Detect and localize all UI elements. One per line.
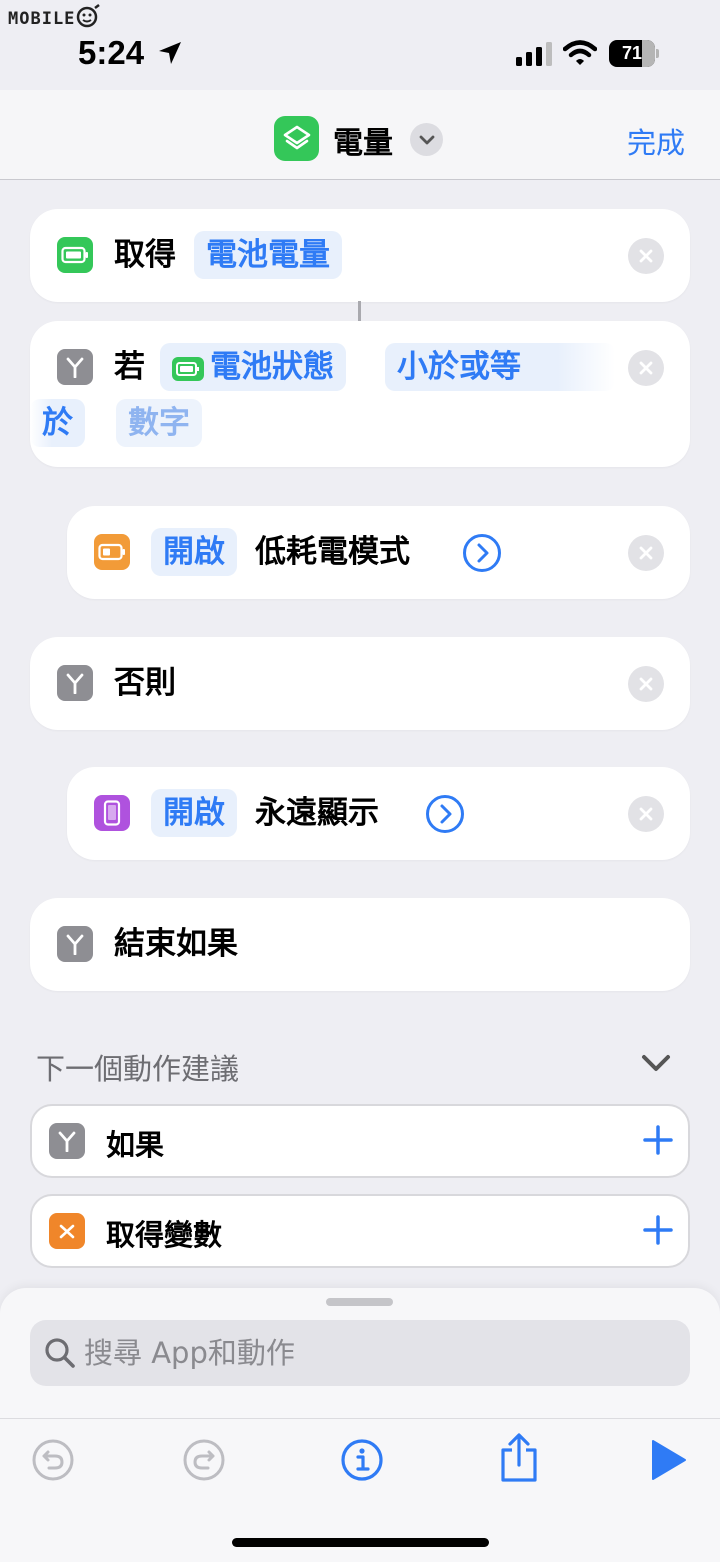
status-bar: 5:24 71 [0, 0, 720, 90]
battery-cap [656, 49, 659, 58]
suggestion-label: 取得變數 [106, 1218, 223, 1252]
action-otherwise[interactable]: 否則 [30, 637, 690, 730]
plus-icon[interactable] [642, 1124, 674, 1156]
toolbar-divider [0, 1418, 720, 1419]
turn-on-chip[interactable]: 開啟 [151, 528, 237, 576]
condition-chip[interactable]: 小於或等 [385, 343, 615, 391]
number-placeholder-chip[interactable]: 數字 [116, 399, 202, 447]
plus-icon[interactable] [642, 1214, 674, 1246]
search-icon [45, 1338, 75, 1368]
end-if-label: 結束如果 [114, 926, 238, 962]
if-label: 若 [114, 349, 145, 385]
location-arrow-icon [159, 42, 181, 64]
close-icon[interactable] [628, 666, 664, 702]
low-power-mode-label: 低耗電模式 [255, 534, 410, 570]
battery-action-icon [172, 347, 204, 395]
battery-state-chip[interactable]: 電池狀態 [160, 343, 346, 391]
suggestion-item[interactable]: 如果 [30, 1104, 690, 1178]
battery-icon: 71 [609, 40, 659, 67]
action-if[interactable]: 若 電池狀態 小於或等 於 數字 [30, 321, 690, 467]
bottom-sheet [0, 1288, 720, 1562]
done-button[interactable]: 完成 [627, 120, 685, 162]
branch-icon [49, 1123, 85, 1159]
battery-action-icon [57, 237, 93, 273]
share-icon[interactable] [497, 1432, 541, 1484]
redo-icon[interactable] [182, 1438, 226, 1482]
layers-icon[interactable] [274, 116, 319, 161]
turn-on-chip[interactable]: 開啟 [151, 789, 237, 837]
nav-bar: 電量 完成 [0, 90, 720, 180]
home-indicator [232, 1538, 489, 1547]
always-on-label: 永遠顯示 [255, 795, 379, 831]
info-icon[interactable] [340, 1438, 384, 1482]
variable-icon [49, 1213, 85, 1249]
close-icon[interactable] [628, 796, 664, 832]
close-icon[interactable] [628, 350, 664, 386]
chevron-right-icon[interactable] [462, 533, 502, 573]
chevron-down-icon[interactable] [640, 1052, 672, 1074]
battery-state-label: 電池狀態 [210, 349, 334, 385]
chevron-down-icon[interactable] [410, 123, 443, 156]
action-get-battery-level[interactable]: 取得 電池電量 [30, 209, 690, 302]
action-end-if[interactable]: 結束如果 [30, 898, 690, 991]
otherwise-label: 否則 [114, 665, 176, 701]
battery-body: 71 [609, 40, 655, 67]
branch-icon [57, 665, 93, 701]
connector-line [358, 301, 361, 321]
cellular-signal-icon [516, 42, 552, 66]
close-icon[interactable] [628, 238, 664, 274]
suggestion-label: 如果 [106, 1128, 165, 1162]
chevron-right-icon[interactable] [425, 794, 465, 834]
search-input[interactable] [84, 1320, 674, 1386]
suggestion-item[interactable]: 取得變數 [30, 1194, 690, 1268]
branch-icon [57, 926, 93, 962]
search-box[interactable] [30, 1320, 690, 1386]
action-always-on[interactable]: 開啟 永遠顯示 [67, 767, 690, 860]
iphone-icon [94, 795, 130, 831]
wifi-icon [563, 40, 597, 65]
action-low-power-mode[interactable]: 開啟 低耗電模式 [67, 506, 690, 599]
suggestions-title: 下一個動作建議 [36, 1052, 240, 1086]
branch-icon [57, 349, 93, 385]
undo-icon[interactable] [31, 1438, 75, 1482]
action-verb: 取得 [114, 237, 176, 273]
battery-percent: 71 [621, 43, 643, 63]
battery-action-icon [94, 534, 130, 570]
status-time: 5:24 [78, 34, 145, 71]
battery-level-chip[interactable]: 電池電量 [194, 231, 342, 279]
sheet-grabber[interactable] [326, 1298, 393, 1306]
close-icon[interactable] [628, 535, 664, 571]
play-icon[interactable] [647, 1438, 691, 1482]
shortcut-title[interactable]: 電量 [333, 118, 393, 162]
condition-chip-continued[interactable]: 於 [30, 399, 85, 447]
